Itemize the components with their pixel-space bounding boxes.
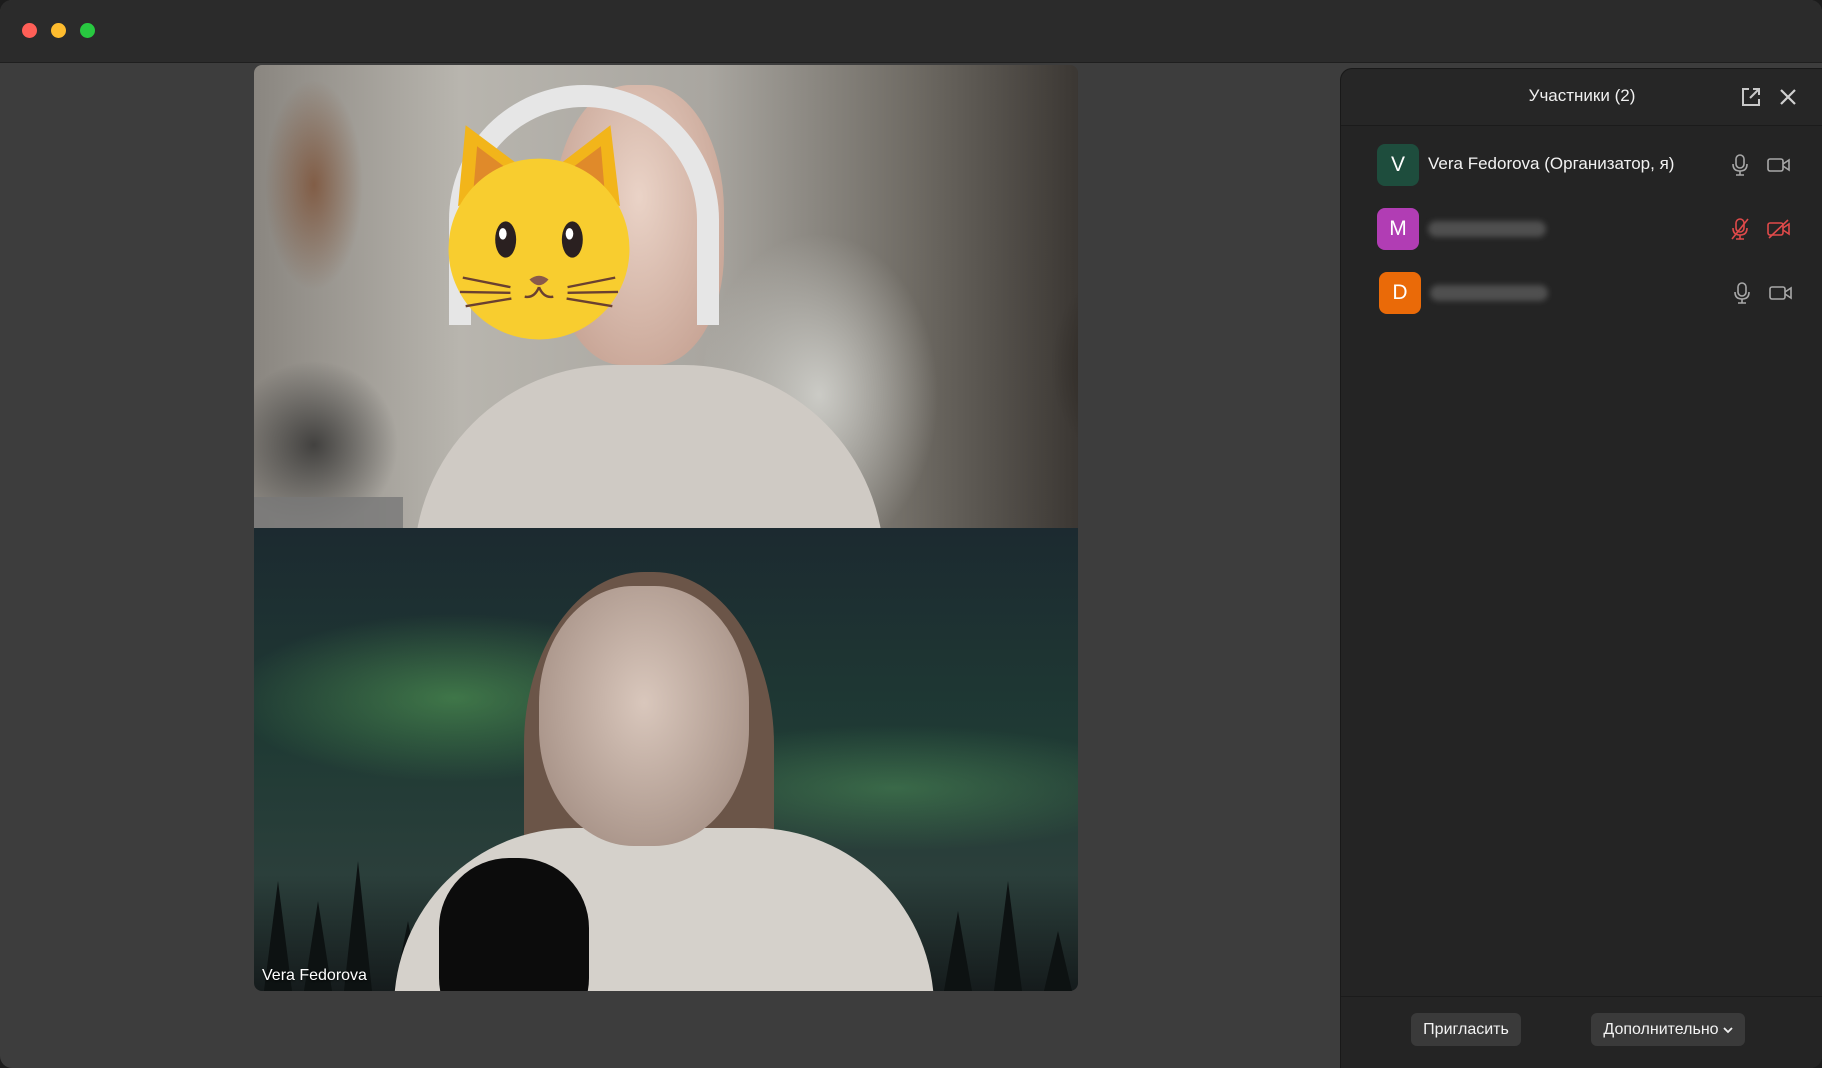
chevron-down-icon <box>1722 1023 1733 1037</box>
panel-header: Участники (2) <box>1341 69 1822 126</box>
tree-graphic <box>1044 931 1072 991</box>
participants-list: V Vera Fedorova (Организатор, я) M D <box>1341 137 1822 329</box>
close-icon[interactable] <box>1777 86 1799 108</box>
participant-row[interactable]: M <box>1341 201 1822 265</box>
avatar: M <box>1377 208 1419 250</box>
popout-icon[interactable] <box>1740 86 1762 108</box>
window-minimize-button[interactable] <box>51 23 66 38</box>
invite-button-label: Пригласить <box>1423 1020 1509 1038</box>
avatar: V <box>1377 144 1419 186</box>
tree-graphic <box>994 881 1022 991</box>
app-window: Vera Fedorova Участники (2) V Vera Fedor… <box>0 0 1822 1068</box>
more-button-label: Дополнительно <box>1603 1020 1719 1038</box>
participant-name-redacted <box>1428 221 1546 237</box>
name-badge-redacted <box>254 497 403 528</box>
video-tile-remote[interactable] <box>254 65 1078 528</box>
tile-name-label: Vera Fedorova <box>262 967 367 984</box>
panel-footer: Пригласить Дополнительно <box>1341 996 1822 1068</box>
participant-face <box>539 586 749 846</box>
video-tile-self[interactable]: Vera Fedorova <box>254 528 1078 991</box>
participants-panel: Участники (2) V Vera Fedorova (Организат… <box>1340 68 1822 1068</box>
microphone-graphic <box>439 858 589 991</box>
participant-row[interactable]: D <box>1341 265 1822 329</box>
participant-silhouette <box>414 365 884 528</box>
microphone-muted-icon[interactable] <box>1730 217 1750 241</box>
video-grid: Vera Fedorova <box>0 63 1340 1068</box>
invite-button[interactable]: Пригласить <box>1411 1013 1521 1046</box>
window-close-button[interactable] <box>22 23 37 38</box>
camera-icon[interactable] <box>1766 155 1792 175</box>
more-options-button[interactable]: Дополнительно <box>1591 1013 1745 1046</box>
camera-off-icon[interactable] <box>1766 219 1792 239</box>
participant-name: Vera Fedorova (Организатор, я) <box>1428 154 1675 173</box>
title-bar <box>0 0 1822 63</box>
cat-face-filter-icon <box>439 105 639 355</box>
camera-icon[interactable] <box>1768 283 1794 303</box>
participant-row[interactable]: V Vera Fedorova (Организатор, я) <box>1341 137 1822 201</box>
avatar: D <box>1379 272 1421 314</box>
window-maximize-button[interactable] <box>80 23 95 38</box>
microphone-icon[interactable] <box>1730 153 1750 177</box>
tree-graphic <box>944 911 972 991</box>
participant-name-redacted <box>1430 285 1548 301</box>
microphone-icon[interactable] <box>1732 281 1752 305</box>
